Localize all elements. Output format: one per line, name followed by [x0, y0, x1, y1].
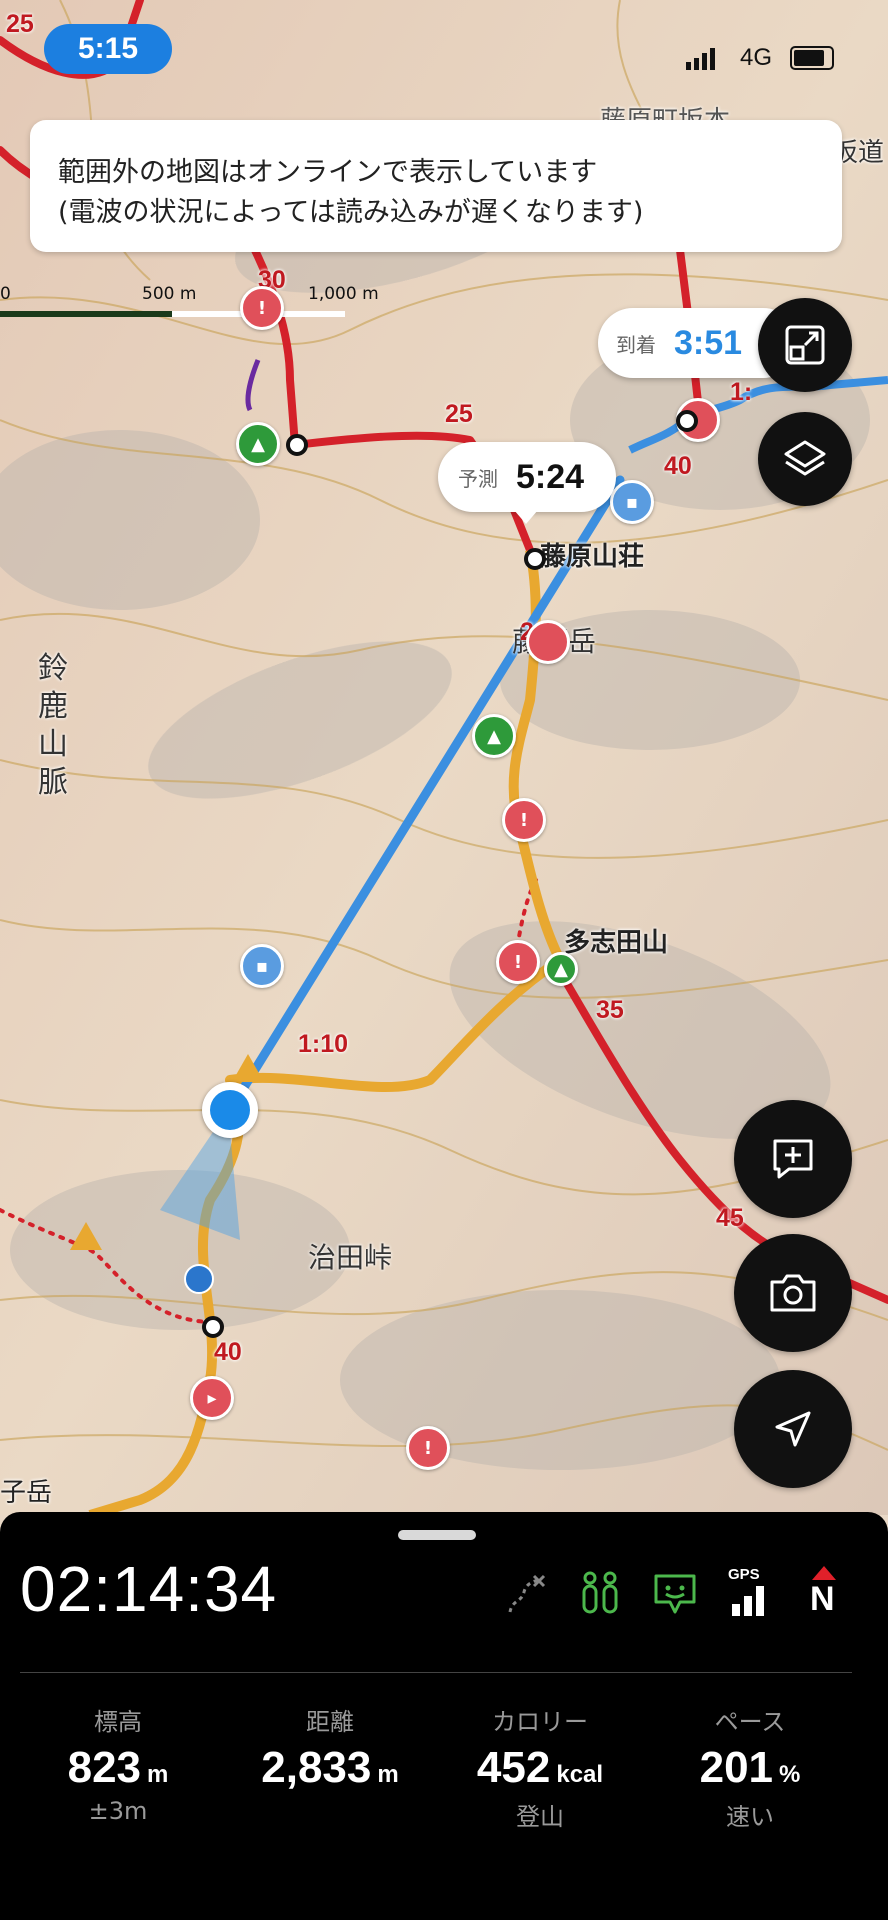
stat-sub: ±3m [88, 1797, 148, 1825]
panel-divider [20, 1672, 852, 1673]
route-number: 35 [596, 996, 624, 1024]
stat-label: カロリー [492, 1708, 588, 1736]
stat-unit: % [779, 1761, 801, 1788]
stat-label: 距離 [306, 1708, 354, 1736]
peak-marker-icon[interactable]: ▲ [544, 952, 578, 986]
notice-line-1: 範囲外の地図はオンラインで表示しています [58, 157, 598, 188]
notice-line-2: (電波の状況によっては読み込みが遅くなります) [58, 197, 644, 228]
stat-distance: 距離 2,833 m [230, 1702, 430, 1797]
route-number: 45 [716, 1204, 744, 1232]
stat-pace: ペース 201% 速い [650, 1702, 850, 1832]
warning-marker-icon[interactable]: ! [240, 286, 284, 330]
peak-marker-icon[interactable]: ▲ [236, 422, 280, 466]
stat-label: ペース [714, 1708, 786, 1736]
add-note-button[interactable] [734, 1100, 852, 1218]
forecast-time-bubble[interactable]: 予測 5:24 [438, 442, 616, 512]
status-time[interactable]: 5:15 [44, 24, 172, 74]
add-note-icon [773, 1139, 813, 1179]
scale-label-mid: 500 m [142, 284, 197, 304]
forecast-value: 5:24 [516, 457, 585, 496]
stat-label: 標高 [94, 1708, 142, 1736]
forecast-bubble-pointer [514, 510, 538, 524]
peak-left-label: 子岳 [0, 1478, 53, 1508]
caution-triangle-icon [70, 1222, 102, 1250]
locate-button[interactable] [734, 1370, 852, 1488]
caution-triangle-icon [232, 1054, 264, 1082]
hut-label: 藤原山荘 [540, 542, 645, 572]
route-time-label: 1: [730, 378, 753, 406]
route-number: 25 [445, 400, 473, 428]
signpost-marker-icon[interactable] [184, 1264, 214, 1294]
arrival-label: 到着 [616, 332, 656, 357]
activity-panel[interactable]: 02:14:34 GPS N 標高 823 m ±3m 距離 2,833 m カロ [0, 1512, 888, 1920]
arrival-value: 3:51 [674, 323, 743, 362]
layers-icon [784, 440, 826, 476]
route-number: 40 [664, 452, 692, 480]
peak-marker-icon[interactable]: ▲ [472, 714, 516, 758]
locate-arrow-icon [775, 1411, 811, 1447]
zoom-fit-icon [785, 325, 825, 365]
route-number: 40 [214, 1338, 242, 1366]
scale-label-start: 0 [0, 284, 11, 304]
camera-button[interactable] [734, 1234, 852, 1352]
waypoint-node [286, 434, 308, 456]
battery-icon [790, 46, 834, 70]
peak-tashida-label: 多志田山 [564, 928, 669, 958]
waypoint-node [202, 1316, 224, 1338]
current-location-icon [202, 1082, 258, 1138]
route-number: 25 [6, 10, 34, 38]
cellular-signal-icon [686, 46, 716, 70]
zoom-fit-button[interactable] [758, 298, 852, 392]
route-marker-icon[interactable]: ▸ [190, 1376, 234, 1420]
warning-marker-icon[interactable]: ! [502, 798, 546, 842]
gps-icon[interactable]: GPS [728, 1566, 774, 1620]
north-label: N [810, 1580, 835, 1618]
route-off-icon[interactable] [502, 1572, 548, 1618]
stat-calories: カロリー 452 kcal 登山 [440, 1702, 640, 1832]
stat-sub: 速い [726, 1803, 774, 1831]
stat-value: 2,833 [261, 1743, 372, 1792]
stat-value: 201 [699, 1743, 774, 1792]
forecast-label: 予測 [458, 466, 498, 491]
stat-unit: m [377, 1761, 399, 1788]
companion-icon[interactable] [576, 1568, 626, 1618]
comment-marker-icon[interactable]: ▪ [610, 480, 654, 524]
north-icon[interactable]: N [806, 1562, 842, 1622]
scale-label-end: 1,000 m [308, 284, 379, 304]
stat-value: 823 [67, 1743, 142, 1792]
waypoint-node [676, 410, 698, 432]
warning-marker-icon[interactable]: ! [496, 940, 540, 984]
layers-button[interactable] [758, 412, 852, 506]
gps-label: GPS [728, 1566, 760, 1583]
comment-marker-icon[interactable]: ▪ [240, 944, 284, 988]
offline-map-notice[interactable]: 範囲外の地図はオンラインで表示しています (電波の状況によっては読み込みが遅くな… [30, 120, 842, 252]
elapsed-time: 02:14:34 [20, 1553, 278, 1625]
panel-drag-handle[interactable] [398, 1530, 476, 1540]
stat-unit: kcal [556, 1761, 604, 1788]
camera-icon [770, 1274, 816, 1312]
stat-unit: m [147, 1761, 169, 1788]
stat-value: 452 [476, 1743, 551, 1792]
stat-elevation: 標高 823 m ±3m [18, 1702, 218, 1825]
stat-sub: 登山 [516, 1803, 564, 1831]
route-marker-icon[interactable] [526, 620, 570, 664]
pass-label: 治田峠 [308, 1241, 393, 1274]
warning-marker-icon[interactable]: ! [406, 1426, 450, 1470]
route-time-label: 1:10 [298, 1030, 349, 1058]
range-label: 鈴鹿山脈 [38, 651, 68, 800]
network-type: 4G [740, 44, 773, 71]
shield-face-icon[interactable] [650, 1568, 700, 1618]
waypoint-node [524, 548, 546, 570]
